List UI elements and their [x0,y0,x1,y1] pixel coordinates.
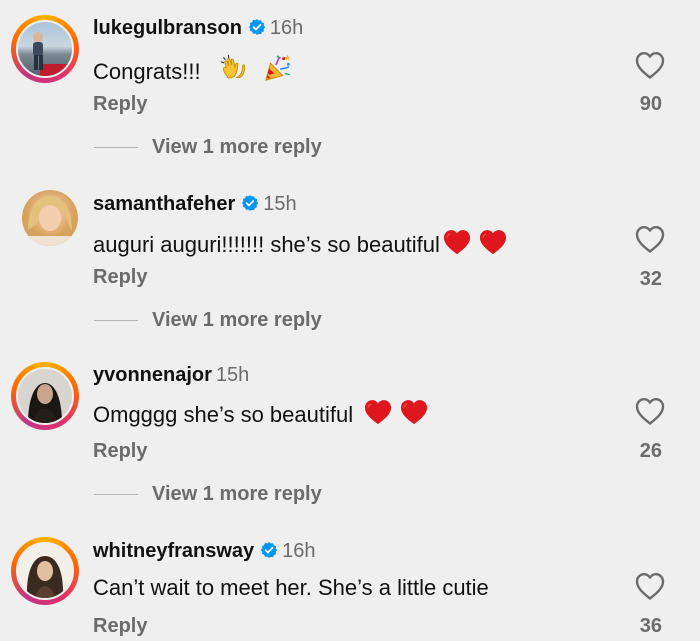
timestamp: 15h [263,193,297,215]
comment-item: lukegulbranson 16h Congrats!!! Reply 90 V… [0,0,700,180]
like-heart-icon[interactable] [634,396,666,426]
comment-text: auguri auguri!!!!!!! she’s so beautiful [93,228,508,258]
timestamp: 16h [269,17,304,39]
story-ring[interactable] [11,537,79,605]
red-heart-emoji [363,398,393,426]
username[interactable]: whitneyfransway [93,540,254,562]
story-ring[interactable] [11,362,79,430]
comment-header: lukegulbranson 16h [93,17,303,40]
comment-header: samanthafeher 15h [93,193,297,216]
comment-body: auguri auguri!!!!!!! she’s so beautiful [93,232,440,257]
view-more-label: View 1 more reply [152,136,322,158]
comment-header: whitneyfransway 16h [93,540,316,563]
like-heart-icon[interactable] [634,224,666,254]
comment-body: Can’t wait to meet her. She’s a little c… [93,575,489,600]
timestamp: 15h [215,364,250,386]
comment-text: Omgggg she’s so beautiful [93,398,429,428]
divider-line [94,147,138,149]
view-more-label: View 1 more reply [152,309,322,331]
divider-line [94,494,138,496]
avatar-photo [22,196,78,246]
comment-text: Congrats!!! [93,53,293,85]
reply-button[interactable]: Reply [93,266,147,289]
like-count[interactable]: 90 [640,93,662,116]
avatar-photo [28,383,62,423]
reply-button[interactable]: Reply [93,440,147,463]
clapping-hands-emoji [219,53,249,83]
verified-badge-icon [241,194,259,212]
view-more-replies-button[interactable]: View 1 more reply [94,309,322,332]
avatar[interactable] [16,367,74,425]
timestamp: 16h [282,540,316,562]
comment-body: Omgggg she’s so beautiful [93,402,354,427]
avatar[interactable] [16,542,74,600]
avatar[interactable] [22,190,78,246]
comment-text: Can’t wait to meet her. She’s a little c… [93,575,489,601]
like-heart-icon[interactable] [634,50,666,80]
reply-button[interactable]: Reply [93,93,147,116]
like-count[interactable]: 26 [640,440,662,463]
like-count[interactable]: 32 [640,268,662,291]
red-heart-emoji [442,228,472,256]
like-count[interactable]: 36 [640,615,662,638]
story-ring[interactable] [11,15,79,83]
view-more-label: View 1 more reply [152,483,322,505]
red-heart-emoji [399,398,429,426]
comment-body: Congrats!!! [93,59,201,84]
username[interactable]: lukegulbranson [93,17,242,39]
avatar[interactable] [16,20,74,78]
avatar-photo [26,556,64,598]
verified-badge-icon [248,18,266,36]
comment-item: samanthafeher 15h auguri auguri!!!!!!! sh… [0,180,700,355]
divider-line [94,320,138,322]
verified-badge-icon [260,541,278,559]
username[interactable]: yvonnenajor [93,364,212,386]
username[interactable]: samanthafeher [93,193,235,215]
view-more-replies-button[interactable]: View 1 more reply [94,136,322,159]
comment-item: yvonnenajor 15h Omgggg she’s so beautiful… [0,355,700,530]
comment-header: yvonnenajor 15h [93,364,249,387]
party-popper-emoji [263,53,293,83]
avatar-photo [33,32,72,76]
comment-item: whitneyfransway 16h Can’t wait to meet he… [0,530,700,641]
view-more-replies-button[interactable]: View 1 more reply [94,483,322,506]
reply-button[interactable]: Reply [93,615,147,638]
red-heart-emoji [478,228,508,256]
like-heart-icon[interactable] [634,571,666,601]
